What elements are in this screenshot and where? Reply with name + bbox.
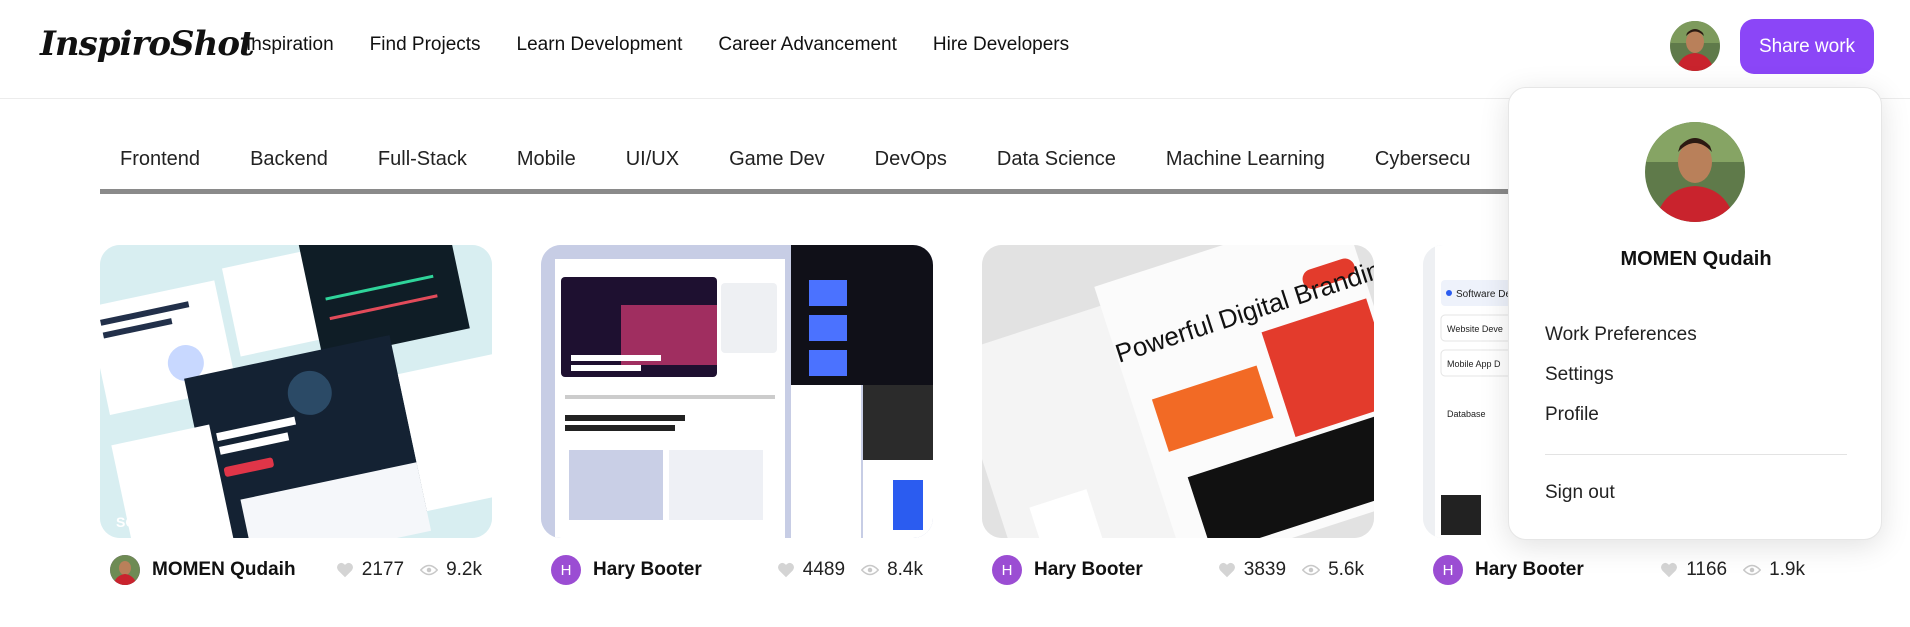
view-count: 9.2k — [446, 559, 482, 580]
thumbnail-image: SONY — [100, 245, 492, 538]
view-count: 8.4k — [887, 559, 923, 580]
author-name[interactable]: Hary Booter — [1034, 559, 1143, 581]
tab-data-science[interactable]: Data Science — [997, 144, 1116, 174]
thumb-brand-text: SONY — [116, 514, 156, 530]
user-avatar-button[interactable] — [1670, 21, 1720, 71]
avatar — [1670, 21, 1720, 71]
share-work-button[interactable]: Share work — [1740, 19, 1874, 74]
heart-icon[interactable] — [1660, 562, 1678, 578]
thumb-line: Mobile App D — [1447, 359, 1501, 369]
thumb-line: Software De — [1456, 289, 1511, 300]
tab-backend[interactable]: Backend — [250, 144, 328, 174]
tab-machine-learning[interactable]: Machine Learning — [1166, 144, 1325, 174]
card-stats: 1166 1.9k — [1660, 559, 1815, 581]
author-name[interactable]: Hary Booter — [1475, 559, 1584, 581]
menu-item-sign-out[interactable]: Sign out — [1545, 482, 1615, 504]
thumb-line: Database — [1447, 409, 1486, 419]
logo[interactable]: InspiroShot — [40, 24, 255, 64]
thumbnail-image: Powerful Digital Branding Agency — [982, 245, 1374, 538]
nav-hire-developers[interactable]: Hire Developers — [933, 34, 1069, 56]
project-card[interactable]: H Hary Booter 4489 8.4k — [541, 245, 933, 586]
thumb-line: Website Deve — [1447, 324, 1503, 334]
author-avatar[interactable] — [110, 555, 140, 585]
nav-find-projects[interactable]: Find Projects — [370, 34, 481, 56]
project-thumbnail[interactable]: SONY — [100, 245, 492, 538]
card-meta: H Hary Booter 4489 8.4k — [541, 554, 933, 586]
card-meta: MOMEN Qudaih 2177 9.2k — [100, 554, 492, 586]
thumbnail-image — [541, 245, 933, 538]
card-stats: 4489 8.4k — [777, 559, 933, 581]
view-count: 5.6k — [1328, 559, 1364, 580]
menu-item-profile[interactable]: Profile — [1545, 404, 1599, 426]
like-count: 1166 — [1686, 559, 1728, 580]
project-card[interactable]: Powerful Digital Branding Agency H Hary … — [982, 245, 1374, 586]
tab-cybersecurity[interactable]: Cybersecu — [1375, 144, 1471, 174]
eye-icon — [1302, 564, 1321, 576]
profile-photo — [1645, 122, 1745, 222]
project-card[interactable]: SONY MOMEN Qudaih 2177 9.2k — [100, 245, 492, 586]
nav-learn-development[interactable]: Learn Development — [517, 34, 683, 56]
author-avatar[interactable]: H — [992, 555, 1022, 585]
card-stats: 3839 5.6k — [1218, 559, 1374, 581]
top-header: InspiroShot Inspiration Find Projects Le… — [0, 0, 1910, 99]
tab-frontend[interactable]: Frontend — [120, 144, 200, 174]
like-count: 3839 — [1243, 559, 1287, 580]
tab-devops[interactable]: DevOps — [875, 144, 947, 174]
menu-item-work-preferences[interactable]: Work Preferences — [1545, 324, 1697, 346]
heart-icon[interactable] — [336, 562, 354, 578]
eye-icon — [420, 564, 439, 576]
avatar — [1645, 122, 1745, 222]
card-stats: 2177 9.2k — [336, 559, 492, 581]
user-name: MOMEN Qudaih — [1620, 248, 1772, 270]
project-thumbnail[interactable]: Powerful Digital Branding Agency — [982, 245, 1374, 538]
like-count: 2177 — [361, 559, 405, 580]
author-name[interactable]: MOMEN Qudaih — [152, 559, 296, 581]
heart-icon[interactable] — [1218, 562, 1236, 578]
user-menu-dropdown: MOMEN Qudaih Work Preferences Settings P… — [1508, 87, 1882, 540]
author-avatar[interactable]: H — [551, 555, 581, 585]
tab-game-dev[interactable]: Game Dev — [729, 144, 825, 174]
tab-mobile[interactable]: Mobile — [517, 144, 576, 174]
project-thumbnail[interactable] — [541, 245, 933, 538]
nav-career-advancement[interactable]: Career Advancement — [718, 34, 897, 56]
menu-item-settings[interactable]: Settings — [1545, 364, 1614, 386]
tab-ui-ux[interactable]: UI/UX — [626, 144, 679, 174]
card-meta: H Hary Booter 3839 5.6k — [982, 554, 1374, 586]
author-avatar[interactable]: H — [1433, 555, 1463, 585]
heart-icon[interactable] — [777, 562, 795, 578]
nav-inspiration[interactable]: Inspiration — [246, 34, 334, 56]
category-tabs: Frontend Backend Full-Stack Mobile UI/UX… — [100, 144, 1510, 194]
eye-icon — [861, 564, 880, 576]
like-count: 4489 — [802, 559, 846, 580]
tab-full-stack[interactable]: Full-Stack — [378, 144, 467, 174]
card-meta: H Hary Booter 1166 1.9k — [1423, 554, 1815, 586]
main-nav: Inspiration Find Projects Learn Developm… — [246, 34, 1105, 56]
menu-divider — [1545, 454, 1847, 455]
author-name[interactable]: Hary Booter — [593, 559, 702, 581]
eye-icon — [1743, 564, 1762, 576]
view-count: 1.9k — [1769, 559, 1805, 580]
avatar — [110, 555, 140, 585]
